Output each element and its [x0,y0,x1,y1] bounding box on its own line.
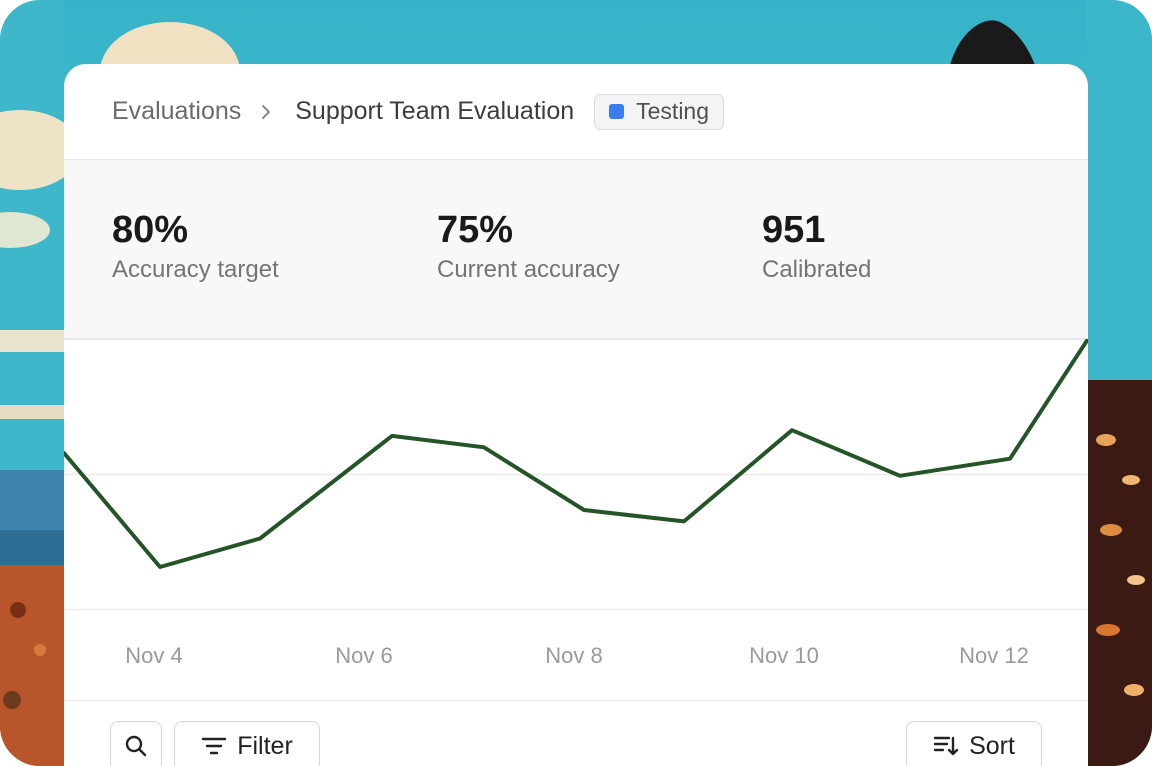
accuracy-chart: Nov 4 Nov 6 Nov 8 Nov 10 Nov 12 [64,339,1088,702]
search-icon [125,735,147,757]
sort-icon [933,736,959,756]
x-tick-label: Nov 12 [959,643,1029,668]
stat-label: Current accuracy [437,256,620,283]
accuracy-series-line [64,339,1088,569]
filter-icon [202,737,227,755]
stat-label: Calibrated [762,256,872,283]
status-dot [609,104,625,119]
status-badge-label: Testing [636,98,710,124]
app-window: Evaluations Support Team Evaluation Test… [0,0,1152,766]
stat-current-accuracy: 75% Current accuracy [437,208,620,284]
stats-panel: 80% Accuracy target 75% Current accuracy… [64,160,1088,339]
stat-value: 80% [112,209,189,251]
background-bird-silhouette [950,20,1035,65]
sort-button-label: Sort [969,731,1015,760]
sort-button[interactable]: Sort [906,721,1042,766]
chevron-right-icon [262,104,271,119]
stat-label: Accuracy target [112,256,279,283]
status-badge: Testing [594,93,725,130]
x-tick-label: Nov 10 [749,643,819,668]
stat-value: 75% [437,209,514,251]
stat-calibrated: 951 Calibrated [762,208,871,284]
background-illustration-right [1086,0,1152,766]
background-illustration-left [0,0,64,766]
background-sun [100,22,240,72]
breadcrumb-current: Support Team Evaluation [295,97,575,125]
stat-accuracy-target: 80% Accuracy target [112,208,279,284]
search-button[interactable] [110,721,162,766]
card-header: Evaluations Support Team Evaluation Test… [64,64,1088,160]
filter-button[interactable]: Filter [174,721,320,766]
accuracy-line-chart [64,339,1088,611]
x-tick-label: Nov 6 [335,643,393,668]
stat-value: 951 [762,209,826,251]
x-tick-label: Nov 4 [125,643,183,668]
breadcrumb-evaluations-link[interactable]: Evaluations [112,97,241,126]
evaluation-card: Evaluations Support Team Evaluation Test… [64,64,1088,766]
x-tick-label: Nov 8 [545,643,603,668]
filter-button-label: Filter [237,731,293,760]
table-toolbar: Filter Sort [64,700,1088,766]
